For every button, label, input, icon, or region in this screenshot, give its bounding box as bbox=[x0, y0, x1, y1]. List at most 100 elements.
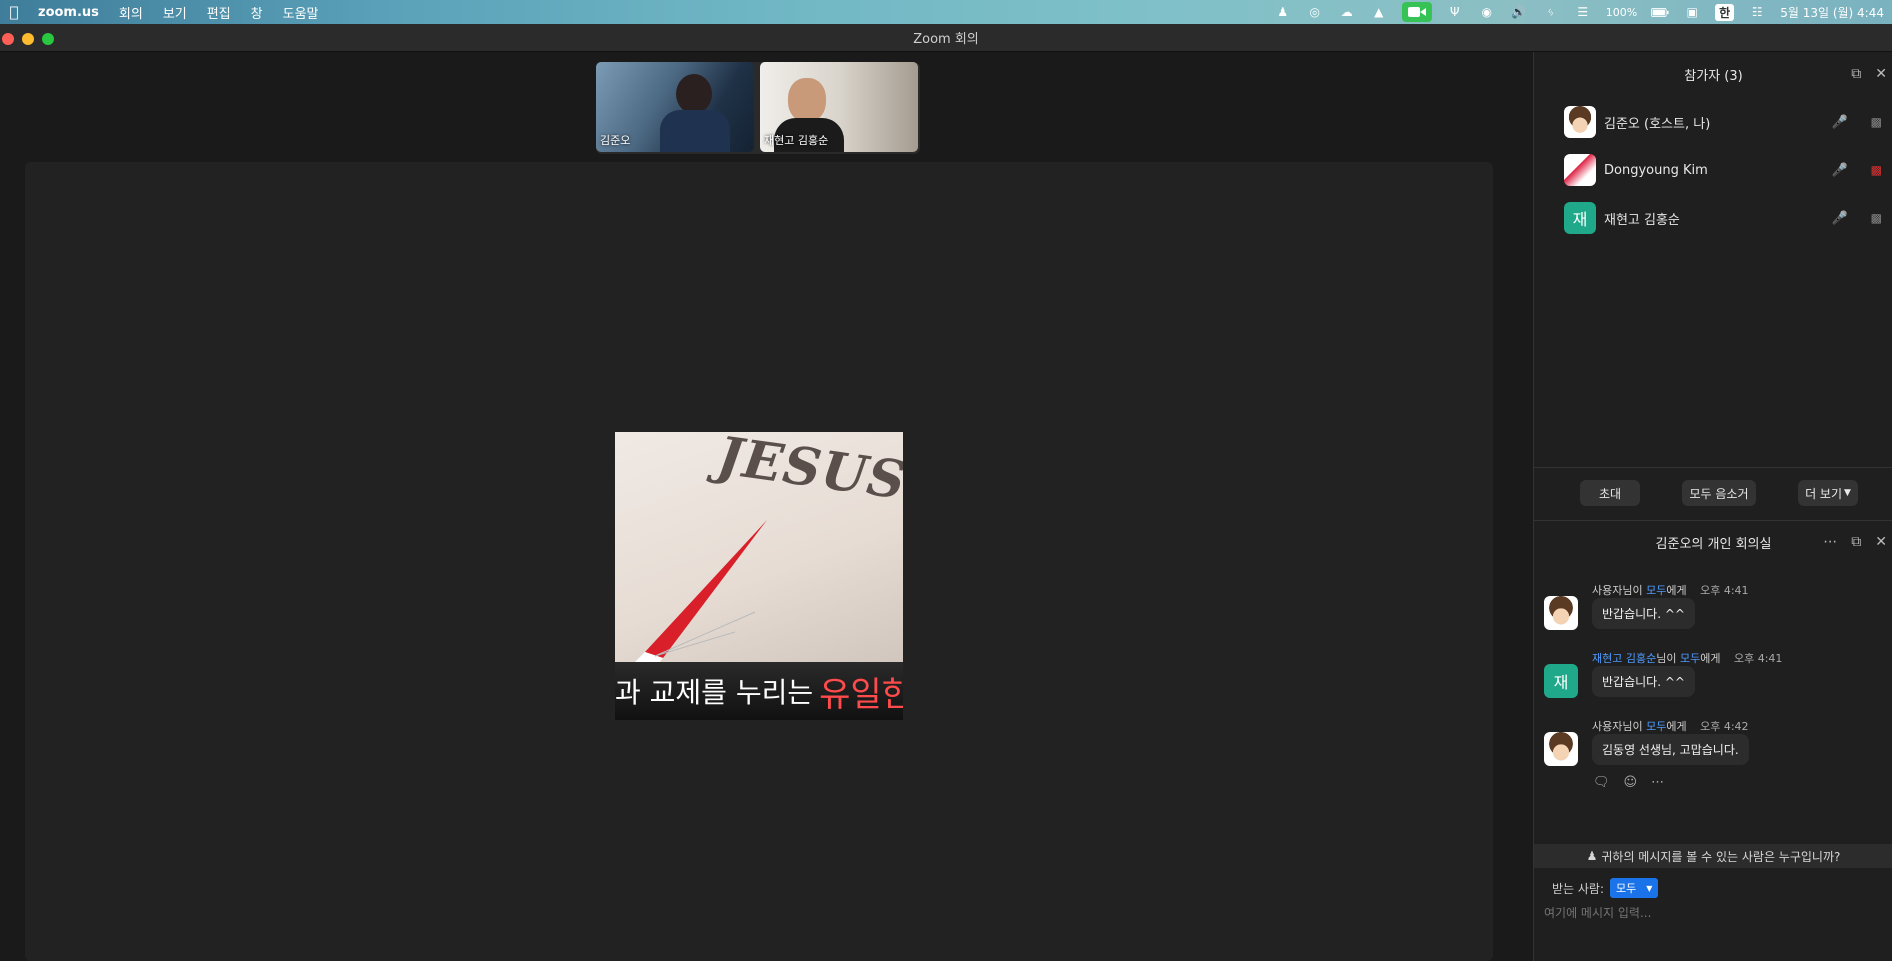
message-recipient-suffix: 에게 bbox=[1700, 652, 1721, 665]
usb-icon[interactable]: Ψ bbox=[1446, 5, 1464, 19]
battery-percent: 100% bbox=[1605, 5, 1638, 19]
menu-meeting[interactable]: 회의 bbox=[109, 3, 153, 22]
visibility-notice[interactable]: ♟ 귀하의 메시지를 볼 수 있는 사람은 누구입니까? bbox=[1534, 844, 1892, 868]
message-recipient[interactable]: 모두 bbox=[1646, 584, 1666, 597]
microphone-icon[interactable]: 🎤 bbox=[1832, 115, 1848, 130]
message-actions: 🗨 ☺ ⋯ bbox=[1593, 775, 1664, 790]
cloud-icon[interactable]: ☁ bbox=[1338, 5, 1356, 19]
volume-icon[interactable]: 🔊 bbox=[1510, 5, 1528, 19]
zoom-window-button[interactable] bbox=[42, 33, 54, 45]
meeting-stage: 김준오 재현고 김홍순 JESUS 과 교제를 누리는 유일한 bbox=[0, 52, 1533, 961]
message-sender: 사용자님이 bbox=[1592, 720, 1643, 733]
message-sender: 사용자님이 bbox=[1592, 584, 1643, 597]
participant-row[interactable]: 김준오 (호스트, 나) 🎤 ▩ bbox=[1564, 106, 1884, 138]
message-bubble[interactable]: 반갑습니다. ^^ bbox=[1592, 598, 1695, 629]
invite-button[interactable]: 초대 bbox=[1580, 480, 1640, 506]
recipient-selector: 받는 사람: 모두 ▼ bbox=[1552, 878, 1659, 898]
caption-highlight: 유일한 bbox=[819, 674, 903, 715]
close-icon[interactable]: ✕ bbox=[1875, 66, 1887, 82]
zoom-video-icon[interactable] bbox=[1401, 2, 1432, 22]
video-tile-kimhongsun[interactable]: 재현고 김홍순 bbox=[760, 62, 918, 152]
video-tile-name: 김준오 bbox=[600, 134, 631, 147]
message-sender-suffix: 님이 bbox=[1656, 652, 1677, 665]
chevron-down-icon: ▼ bbox=[1844, 488, 1851, 498]
message-recipient[interactable]: 모두 bbox=[1646, 720, 1666, 733]
emoji-reaction-icon[interactable]: ☺ bbox=[1624, 775, 1638, 790]
video-camera-icon[interactable]: ▩ bbox=[1871, 115, 1882, 129]
participant-row[interactable]: 재 재현고 김홍순 🎤 ▩ bbox=[1564, 202, 1884, 234]
menu-bar:  zoom.us 회의 보기 편집 창 도움말 ♟ ◎ ☁ ▲ Ψ ◉ 🔊 ᛃ… bbox=[0, 0, 1892, 24]
message-sender[interactable]: 재현고 김홍순 bbox=[1592, 652, 1656, 665]
drive-icon[interactable]: ▲ bbox=[1370, 5, 1388, 19]
message-meta: 사용자님이 모두에게 오후 4:42 bbox=[1592, 718, 1749, 734]
chat-message-input[interactable] bbox=[1544, 902, 1884, 924]
reply-icon[interactable]: 🗨 bbox=[1593, 775, 1610, 790]
airdrop-icon[interactable]: ◎ bbox=[1306, 5, 1324, 19]
menu-edit[interactable]: 편집 bbox=[197, 3, 241, 22]
close-window-button[interactable] bbox=[2, 33, 14, 45]
video-thumbnail-strip: 김준오 재현고 김홍순 bbox=[596, 62, 920, 154]
recipient-value: 모두 bbox=[1616, 882, 1637, 895]
more-options-icon[interactable]: ⋯ bbox=[1823, 534, 1837, 550]
message-meta: 사용자님이 모두에게 오후 4:41 bbox=[1592, 582, 1749, 598]
participant-body bbox=[660, 110, 730, 152]
popout-icon[interactable]: ⧉ bbox=[1851, 534, 1861, 550]
video-tile-name: 재현고 김홍순 bbox=[764, 134, 829, 147]
message-bubble[interactable]: 김동영 선생님, 고맙습니다. bbox=[1592, 734, 1749, 765]
window-titlebar: Zoom 회의 bbox=[0, 24, 1892, 52]
chat-header: 김준오의 개인 회의실 ⋯ ⧉ ✕ bbox=[1534, 522, 1892, 562]
message-bubble[interactable]: 반갑습니다. ^^ bbox=[1592, 666, 1695, 697]
more-options-icon[interactable]: ⋯ bbox=[1651, 775, 1664, 790]
apple-icon[interactable]:  bbox=[0, 3, 28, 21]
menu-help[interactable]: 도움말 bbox=[273, 3, 329, 22]
shared-image: JESUS 과 교제를 누리는 유일한 bbox=[615, 432, 903, 720]
avatar bbox=[1544, 596, 1578, 630]
participant-name: 김준오 (호스트, 나) bbox=[1604, 116, 1711, 132]
more-button-label: 더 보기 bbox=[1805, 486, 1842, 501]
chevron-down-icon: ▼ bbox=[1646, 883, 1653, 893]
participants-header: 참가자 (3) ⧉ ✕ bbox=[1534, 52, 1892, 96]
microphone-icon[interactable]: 🎤 bbox=[1832, 211, 1848, 226]
more-button[interactable]: 더 보기 ▼ bbox=[1798, 480, 1858, 506]
participant-name: Dongyoung Kim bbox=[1604, 162, 1708, 178]
message-recipient[interactable]: 모두 bbox=[1680, 652, 1700, 665]
shared-image-caption: 과 교제를 누리는 유일한 bbox=[615, 662, 903, 720]
battery-icon[interactable] bbox=[1651, 5, 1669, 19]
wifi-icon[interactable]: ☰ bbox=[1574, 5, 1592, 19]
message-recipient-suffix: 에게 bbox=[1666, 720, 1687, 733]
window-controls bbox=[2, 33, 54, 45]
menu-view[interactable]: 보기 bbox=[153, 3, 197, 22]
message-time: 오후 4:42 bbox=[1700, 720, 1749, 733]
minimize-window-button[interactable] bbox=[22, 33, 34, 45]
avatar bbox=[1544, 732, 1578, 766]
video-off-icon[interactable]: ▩ bbox=[1871, 163, 1882, 177]
shared-screen[interactable]: JESUS 과 교제를 누리는 유일한 bbox=[25, 162, 1493, 961]
popout-icon[interactable]: ⧉ bbox=[1851, 66, 1861, 82]
video-tile-kimjunoh[interactable]: 김준오 bbox=[596, 62, 754, 152]
side-panel: 참가자 (3) ⧉ ✕ 김준오 (호스트, 나) 🎤 ▩ Dongyoung K… bbox=[1533, 52, 1892, 961]
close-icon[interactable]: ✕ bbox=[1875, 534, 1887, 550]
recipient-label: 받는 사람: bbox=[1552, 881, 1605, 896]
message-time: 오후 4:41 bbox=[1733, 652, 1783, 665]
microphone-icon[interactable]: 🎤 bbox=[1832, 163, 1848, 178]
user-status-icon[interactable]: ♟ bbox=[1274, 5, 1292, 19]
message-time: 오후 4:41 bbox=[1700, 584, 1749, 597]
focus-icon[interactable]: ◉ bbox=[1478, 5, 1496, 19]
input-source-indicator[interactable]: 한 bbox=[1715, 3, 1735, 21]
chat-title: 김준오의 개인 회의실 bbox=[1655, 536, 1772, 552]
participant-row[interactable]: Dongyoung Kim 🎤 ▩ bbox=[1564, 154, 1884, 186]
control-center-icon[interactable]: ☷ bbox=[1748, 5, 1766, 19]
divider bbox=[1534, 467, 1892, 468]
video-camera-icon[interactable]: ▩ bbox=[1871, 211, 1882, 225]
divider bbox=[1534, 520, 1892, 521]
screen-mirror-icon[interactable]: ▣ bbox=[1683, 5, 1701, 19]
menu-window[interactable]: 창 bbox=[241, 3, 273, 22]
caption-text: 과 교제를 누리는 bbox=[615, 676, 814, 709]
participant-face bbox=[788, 78, 826, 122]
menu-clock[interactable]: 5월 13일 (월) 4:44 bbox=[1780, 4, 1884, 21]
mute-all-button[interactable]: 모두 음소거 bbox=[1682, 480, 1756, 506]
avatar: 재 bbox=[1564, 202, 1596, 234]
menu-app-name[interactable]: zoom.us bbox=[28, 5, 109, 20]
recipient-dropdown[interactable]: 모두 ▼ bbox=[1610, 878, 1659, 898]
bluetooth-icon[interactable]: ᛃ bbox=[1542, 5, 1560, 19]
